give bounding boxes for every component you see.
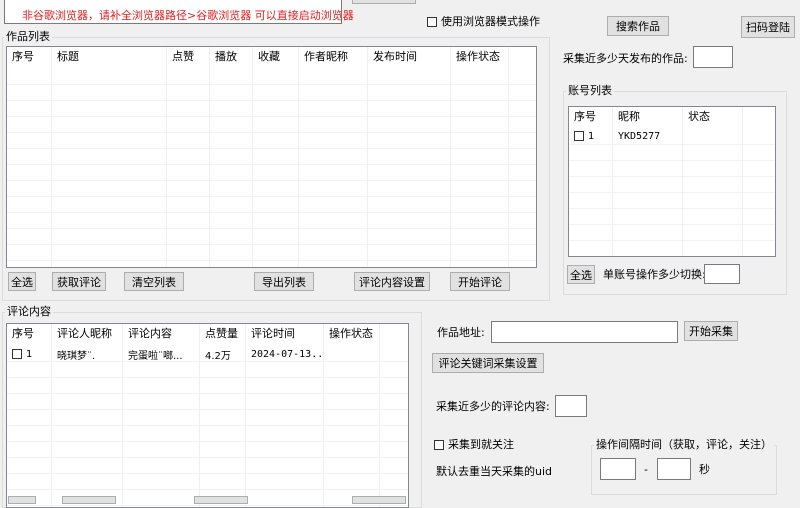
bottom-button-2[interactable]: [62, 496, 116, 504]
start-collect-button[interactable]: 开始采集: [684, 321, 738, 341]
works-select-all-button[interactable]: 全选: [8, 272, 36, 291]
comments-table-header: 序号 评论人昵称 评论内容 点赞量 评论时间 操作状态: [7, 324, 408, 346]
works-table-body: [7, 69, 536, 267]
works-table[interactable]: 序号 标题 点赞 播放 收藏 作者昵称 发布时间 操作状态: [6, 46, 537, 268]
dedupe-label: 默认去重当天采集的uid: [436, 465, 553, 478]
comment-row-index: 1: [26, 348, 33, 360]
works-col-publish-time[interactable]: 发布时间: [368, 47, 451, 69]
top-hidden-button[interactable]: [352, 0, 416, 4]
works-col-index[interactable]: 序号: [7, 47, 52, 69]
interval-max-input[interactable]: [657, 458, 691, 480]
comments-col-nickname[interactable]: 评论人昵称: [52, 324, 123, 346]
collect-days-input[interactable]: [693, 46, 733, 68]
interval-unit: 秒: [699, 463, 710, 476]
comments-col-time[interactable]: 评论时间: [246, 324, 324, 346]
account-row-checkbox[interactable]: [574, 130, 584, 141]
interval-min-input[interactable]: [600, 458, 636, 480]
works-col-title[interactable]: 标题: [52, 47, 167, 69]
comment-row-likes: 4.2万: [205, 350, 231, 362]
works-table-header: 序号 标题 点赞 播放 收藏 作者昵称 发布时间 操作状态: [7, 47, 536, 69]
accounts-select-all-button[interactable]: 全选: [567, 265, 595, 284]
export-list-button[interactable]: 导出列表: [254, 272, 314, 291]
bottom-button-4[interactable]: [352, 496, 406, 504]
accounts-col-index[interactable]: 序号: [569, 107, 613, 129]
switch-count-label: 单账号操作多少切换:: [603, 268, 706, 281]
browser-warning-text: 非谷歌浏览器，请补全浏览器路径>谷歌浏览器 可以直接启动浏览器: [22, 9, 354, 22]
account-row-index: 1: [588, 130, 595, 142]
comment-row-checkbox[interactable]: [12, 348, 22, 359]
browser-mode-checkbox[interactable]: [427, 17, 437, 27]
comments-col-index[interactable]: 序号: [7, 324, 52, 346]
get-comments-button[interactable]: 获取评论: [52, 272, 106, 291]
follow-checkbox[interactable]: [434, 440, 444, 450]
accounts-table[interactable]: 序号 昵称 状态 1 YKD5277: [568, 106, 776, 257]
clear-list-button[interactable]: 清空列表: [124, 272, 184, 291]
bottom-button-3[interactable]: [194, 496, 248, 504]
interval-group-title: 操作间隔时间（获取，评论，关注）: [594, 438, 774, 452]
comments-col-likes[interactable]: 点赞量: [200, 324, 246, 346]
works-col-plays[interactable]: 播放: [210, 47, 253, 69]
accounts-table-header: 序号 昵称 状态: [569, 107, 775, 129]
comments-col-status[interactable]: 操作状态: [324, 324, 380, 346]
search-works-button[interactable]: 搜索作品: [607, 16, 669, 36]
account-row[interactable]: 1 YKD5277: [569, 128, 743, 144]
works-col-author[interactable]: 作者昵称: [299, 47, 368, 69]
works-col-favorites[interactable]: 收藏: [253, 47, 299, 69]
interval-dash: -: [644, 463, 648, 476]
comment-row-time: 2024-07-13...: [251, 348, 324, 360]
bottom-button-1[interactable]: [8, 496, 36, 504]
switch-count-input[interactable]: [704, 264, 740, 284]
scan-login-button[interactable]: 扫码登陆: [741, 16, 795, 38]
follow-label: 采集到就关注: [448, 438, 514, 451]
comment-row-nickname: 晓琪梦¨.: [57, 350, 96, 362]
browser-mode-option[interactable]: 使用浏览器模式操作: [427, 15, 540, 29]
works-col-status[interactable]: 操作状态: [451, 47, 509, 69]
work-url-input[interactable]: [491, 321, 678, 343]
comment-row[interactable]: 1 晓琪梦¨. 完蛋啦¨啷... 4.2万 2024-07-13...: [7, 346, 380, 362]
accounts-group-title: 账号列表: [566, 84, 614, 98]
comments-group-title: 评论内容: [5, 305, 53, 319]
accounts-col-nickname[interactable]: 昵称: [613, 107, 683, 129]
account-row-nickname: YKD5277: [618, 130, 661, 142]
accounts-col-status[interactable]: 状态: [683, 107, 743, 129]
comment-days-input[interactable]: [555, 395, 587, 417]
start-comment-button[interactable]: 开始评论: [450, 272, 510, 291]
works-col-likes[interactable]: 点赞: [167, 47, 210, 69]
keyword-settings-button[interactable]: 评论关键词采集设置: [432, 353, 544, 373]
browser-mode-label: 使用浏览器模式操作: [441, 15, 540, 28]
follow-option[interactable]: 采集到就关注: [434, 438, 514, 452]
works-group-title: 作品列表: [4, 30, 52, 44]
work-url-label: 作品地址:: [437, 326, 485, 339]
comment-row-content: 完蛋啦¨啷...: [128, 350, 183, 362]
collect-days-label: 采集近多少天发布的作品:: [563, 52, 688, 65]
comment-settings-button[interactable]: 评论内容设置: [354, 272, 430, 291]
comment-days-label: 采集近多少的评论内容:: [436, 400, 550, 413]
comments-col-content[interactable]: 评论内容: [123, 324, 200, 346]
comments-table[interactable]: 序号 评论人昵称 评论内容 点赞量 评论时间 操作状态 1 晓琪梦¨. 完蛋啦¨…: [6, 323, 409, 508]
